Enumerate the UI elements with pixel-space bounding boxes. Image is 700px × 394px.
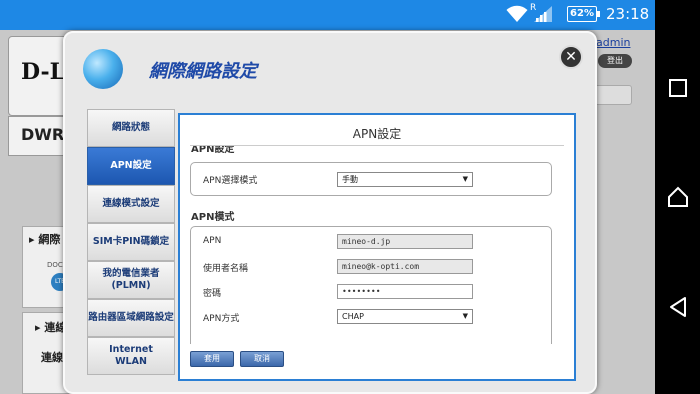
dropdown-arrow-icon: ▼ bbox=[462, 312, 468, 320]
close-button[interactable]: ✕ bbox=[559, 45, 583, 69]
android-nav-bar bbox=[655, 0, 700, 394]
auth-method-dropdown[interactable]: CHAP ▼ bbox=[337, 309, 473, 324]
menu-item-apn-settings[interactable]: APN設定 bbox=[87, 147, 175, 185]
cancel-button[interactable]: 取消 bbox=[240, 351, 284, 367]
apply-button[interactable]: 套用 bbox=[190, 351, 234, 367]
menu-item-plmn[interactable]: 我的電信業者 (PLMN) bbox=[87, 261, 175, 299]
model-name: DWR bbox=[21, 125, 65, 144]
password-label: 密碼 bbox=[203, 289, 222, 299]
auth-method-label: APN方式 bbox=[203, 314, 240, 324]
dropdown-arrow-icon: ▼ bbox=[462, 175, 468, 183]
back-icon[interactable] bbox=[666, 295, 690, 319]
battery-indicator: 62% bbox=[567, 6, 600, 22]
apn-select-mode-value: 手動 bbox=[342, 175, 358, 184]
username-field[interactable]: mineo@k-opti.com bbox=[337, 259, 473, 274]
panel-title: APN設定 bbox=[352, 127, 402, 141]
menu-item-label: 路由器區域網路設定 bbox=[88, 312, 174, 323]
menu-item-connection-mode[interactable]: 連線模式設定 bbox=[87, 185, 175, 223]
apn-select-mode-group: APN選擇模式 手動 ▼ bbox=[190, 162, 552, 196]
apn-field[interactable]: mineo-d.jp bbox=[337, 234, 473, 249]
auth-method-value: CHAP bbox=[342, 312, 364, 321]
android-status-bar: R 62% 23:18 bbox=[0, 0, 655, 30]
dialog-title: 網際網路設定 bbox=[149, 61, 257, 82]
password-field[interactable]: •••••••• bbox=[337, 284, 473, 299]
recents-icon[interactable] bbox=[666, 76, 690, 100]
settings-menu: 網路狀態 APN設定 連線模式設定 SIM卡PIN碼鎖定 我的電信業者 (PLM… bbox=[87, 109, 175, 375]
menu-item-label: Internet WLAN bbox=[109, 344, 153, 367]
menu-item-network-status[interactable]: 網路狀態 bbox=[87, 109, 175, 147]
admin-link[interactable]: admin bbox=[596, 36, 630, 49]
apn-settings-panel: APN設定 APN設定 APN選擇模式 手動 ▼ APN模式 APN mineo… bbox=[178, 113, 576, 381]
apn-settings-scroll-area[interactable]: APN設定 APN選擇模式 手動 ▼ APN模式 APN mineo-d.jp … bbox=[190, 146, 570, 344]
apn-select-mode-dropdown[interactable]: 手動 ▼ bbox=[337, 172, 473, 187]
bg-search-box bbox=[594, 85, 632, 105]
bg-panel-connection-title: ▸ 連線 bbox=[35, 321, 67, 334]
brand-logo-text: D-L bbox=[21, 59, 66, 85]
apn-select-mode-label: APN選擇模式 bbox=[203, 176, 258, 186]
apn-label: APN bbox=[203, 236, 222, 246]
section-heading-apn-settings: APN設定 bbox=[191, 146, 235, 155]
bg-panel-internet-text: DOC bbox=[47, 261, 63, 269]
menu-item-sim-pin-lock[interactable]: SIM卡PIN碼鎖定 bbox=[87, 223, 175, 261]
menu-item-label: SIM卡PIN碼鎖定 bbox=[92, 236, 170, 247]
menu-item-internet-wlan[interactable]: Internet WLAN bbox=[87, 337, 175, 375]
internet-settings-dialog: 網際網路設定 ✕ 網路狀態 APN設定 連線模式設定 SIM卡PIN碼鎖定 我的… bbox=[63, 31, 597, 394]
bg-panel-internet-title: ▸ 網際 bbox=[29, 233, 61, 246]
menu-item-label: 我的電信業者 (PLMN) bbox=[102, 268, 160, 291]
menu-item-router-lan[interactable]: 路由器區域網路設定 bbox=[87, 299, 175, 337]
globe-icon bbox=[83, 49, 123, 89]
clock: 23:18 bbox=[606, 5, 650, 23]
menu-item-label: 連線模式設定 bbox=[102, 198, 160, 209]
apn-mode-group: APN mineo-d.jp 使用者名稱 mineo@k-opti.com 密碼… bbox=[190, 226, 552, 344]
bg-panel-connection-text: 連線 bbox=[41, 351, 63, 364]
menu-item-label: APN設定 bbox=[110, 160, 152, 171]
section-heading-apn-mode: APN模式 bbox=[191, 212, 235, 223]
logout-button[interactable]: 登出 bbox=[598, 54, 632, 68]
menu-item-label: 網路狀態 bbox=[111, 122, 150, 133]
wifi-icon bbox=[506, 5, 528, 22]
username-label: 使用者名稱 bbox=[203, 264, 249, 274]
signal-icon bbox=[534, 6, 552, 22]
home-icon[interactable] bbox=[666, 185, 690, 209]
